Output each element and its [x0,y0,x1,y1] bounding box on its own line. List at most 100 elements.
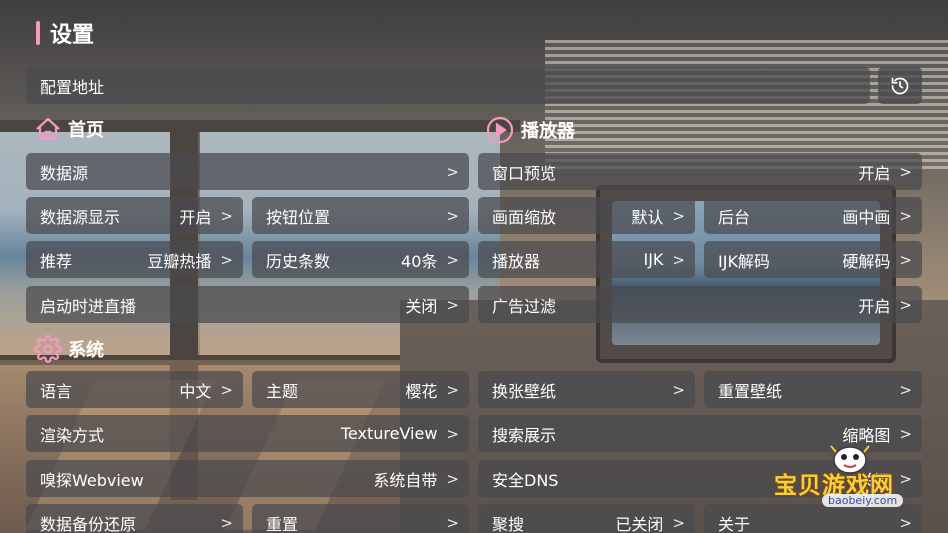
chevron-right-icon: > [899,250,912,269]
watermark-logo: 宝贝游戏网 baobeiy.com [770,440,940,530]
datasource-display-value: 开启 [179,207,212,227]
title-accent-bar [36,21,40,45]
window-preview-label: 窗口预览 [492,163,557,183]
recommend-setting[interactable]: 推荐 豆瓣热播 > [26,241,243,278]
background-play-label: 后台 [718,207,751,227]
backup-restore-setting[interactable]: 数据备份还原 > [26,504,243,533]
section-player-header: 播放器 [485,116,575,144]
background-play-setting[interactable]: 后台 画中画 > [704,197,922,234]
chevron-right-icon: > [446,295,459,314]
chevron-right-icon: > [446,162,459,181]
render-mode-setting[interactable]: 渲染方式 TextureView > [26,415,469,452]
aggregate-search-label: 聚搜 [492,514,525,533]
language-value: 中文 [179,381,212,401]
page-title: 设置 [50,23,95,48]
chevron-right-icon: > [220,206,233,225]
chevron-right-icon: > [899,380,912,399]
datasource-setting[interactable]: 数据源 > [26,153,469,190]
backup-restore-label: 数据备份还原 [40,514,137,533]
reset-wallpaper-setting[interactable]: 重置壁纸 > [704,371,922,408]
section-player-title: 播放器 [521,121,575,142]
datasource-label: 数据源 [40,163,89,183]
chevron-right-icon: > [672,250,685,269]
settings-screen: 设置 配置地址 首页 播放器 数据源 > 数据源显示 开启 > 按钮位置 > 推荐 [0,0,948,533]
render-mode-value: TextureView [340,424,438,443]
startup-live-setting[interactable]: 启动时进直播 关闭 > [26,286,469,323]
player-type-value: IJK [643,250,664,269]
ad-filter-setting[interactable]: 广告过滤 开启 > [478,286,922,323]
datasource-display-setting[interactable]: 数据源显示 开启 > [26,197,243,234]
about-label: 关于 [718,514,751,533]
player-type-setting[interactable]: 播放器 IJK > [478,241,695,278]
theme-setting[interactable]: 主题 樱花 > [252,371,469,408]
chevron-right-icon: > [446,250,459,269]
secure-dns-label: 安全DNS [492,470,559,490]
chevron-right-icon: > [220,250,233,269]
chevron-right-icon: > [672,380,685,399]
chevron-right-icon: > [672,206,685,225]
aggregate-search-setting[interactable]: 聚搜 已关闭 > [478,504,695,533]
watermark-url: baobeiy.com [822,494,904,507]
page-header: 设置 [36,19,95,48]
chevron-right-icon: > [446,513,459,532]
scale-value: 默认 [631,207,664,227]
scale-label: 画面缩放 [492,207,557,227]
config-address-label: 配置地址 [40,77,105,97]
chevron-right-icon: > [899,295,912,314]
scale-setting[interactable]: 画面缩放 默认 > [478,197,695,234]
background-play-value: 画中画 [842,207,891,227]
sniff-webview-value: 系统自带 [373,470,438,490]
history-icon [891,77,909,94]
section-home-title: 首页 [68,120,104,141]
ad-filter-label: 广告过滤 [492,296,557,316]
history-count-setting[interactable]: 历史条数 40条 > [252,241,469,278]
player-type-label: 播放器 [492,251,541,271]
chevron-right-icon: > [446,206,459,225]
chevron-right-icon: > [672,513,685,532]
ijk-decode-label: IJK解码 [718,251,770,271]
button-position-label: 按钮位置 [266,207,331,227]
chevron-right-icon: > [220,380,233,399]
section-system-header: 系统 [34,335,104,363]
history-count-value: 40条 [401,251,438,271]
language-label: 语言 [40,381,73,401]
aggregate-search-value: 已关闭 [615,514,664,533]
recommend-value: 豆瓣热播 [147,251,212,271]
config-address-field[interactable]: 配置地址 [26,67,870,104]
play-circle-icon [486,116,514,144]
startup-live-value: 关闭 [405,296,438,316]
chevron-right-icon: > [899,206,912,225]
chevron-right-icon: > [899,162,912,181]
chevron-right-icon: > [446,424,459,443]
theme-label: 主题 [266,381,299,401]
theme-value: 樱花 [405,381,438,401]
ijk-decode-value: 硬解码 [842,251,891,271]
section-home-header: 首页 [34,116,104,142]
ad-filter-value: 开启 [858,296,891,316]
history-button[interactable] [878,67,922,104]
datasource-display-label: 数据源显示 [40,207,121,227]
chevron-right-icon: > [446,469,459,488]
startup-live-label: 启动时进直播 [40,296,137,316]
render-mode-label: 渲染方式 [40,425,105,445]
home-icon [36,117,60,141]
change-wallpaper-setting[interactable]: 换张壁纸 > [478,371,695,408]
reset-setting[interactable]: 重置 > [252,504,469,533]
window-preview-value: 开启 [858,163,891,183]
window-preview-setting[interactable]: 窗口预览 开启 > [478,153,922,190]
sniff-webview-label: 嗅探Webview [40,470,144,490]
search-display-label: 搜索展示 [492,425,557,445]
gear-icon [34,335,62,363]
change-wallpaper-label: 换张壁纸 [492,381,557,401]
button-position-setting[interactable]: 按钮位置 > [252,197,469,234]
recommend-label: 推荐 [40,251,73,271]
language-setting[interactable]: 语言 中文 > [26,371,243,408]
history-count-label: 历史条数 [266,251,331,271]
chevron-right-icon: > [446,380,459,399]
section-system-title: 系统 [68,340,104,361]
chevron-right-icon: > [220,513,233,532]
ijk-decode-setting[interactable]: IJK解码 硬解码 > [704,241,922,278]
reset-wallpaper-label: 重置壁纸 [718,381,783,401]
sniff-webview-setting[interactable]: 嗅探Webview 系统自带 > [26,460,469,497]
reset-label: 重置 [266,514,299,533]
